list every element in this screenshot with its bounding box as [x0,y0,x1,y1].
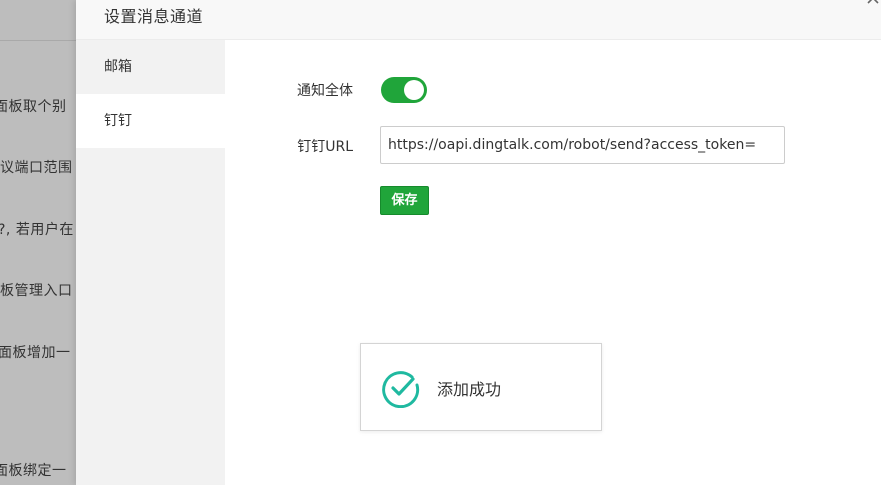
sidebar-item-dingtalk[interactable]: 钉钉 [76,94,225,148]
dialog-title: 设置消息通道 [104,7,204,26]
sidebar-item-label: 邮箱 [104,59,132,75]
notify-all-toggle[interactable] [381,77,427,103]
dingtalk-url-input[interactable] [380,126,785,164]
channel-sidebar: 邮箱 钉钉 [76,40,225,485]
sidebar-item-label: 钉钉 [104,113,132,129]
dialog-header: 设置消息通道 [76,0,881,40]
save-button[interactable]: 保存 [380,186,429,215]
notify-all-label-cell: 通知全体 [225,80,353,100]
sidebar-item-email[interactable]: 邮箱 [76,40,225,94]
background-row: 议端口范围 [0,160,73,176]
close-icon[interactable] [865,0,881,6]
background-row: 板管理入口 [0,283,73,299]
background-row: 面板取个别 [0,99,67,115]
url-label-cell: 钉钉URL [225,136,353,156]
background-divider [0,40,76,41]
background-row: 面板增加一 [0,345,71,361]
check-circle-icon [381,368,421,409]
toggle-knob [404,80,424,100]
notify-all-label: 通知全体 [297,83,353,99]
toast-message: 添加成功 [437,380,502,399]
background-row: ?, 若用户在 [0,222,74,238]
background-row: 面板绑定一 [0,463,67,479]
dingtalk-url-label: 钉钉URL [297,139,353,155]
success-toast: 添加成功 [360,343,602,431]
